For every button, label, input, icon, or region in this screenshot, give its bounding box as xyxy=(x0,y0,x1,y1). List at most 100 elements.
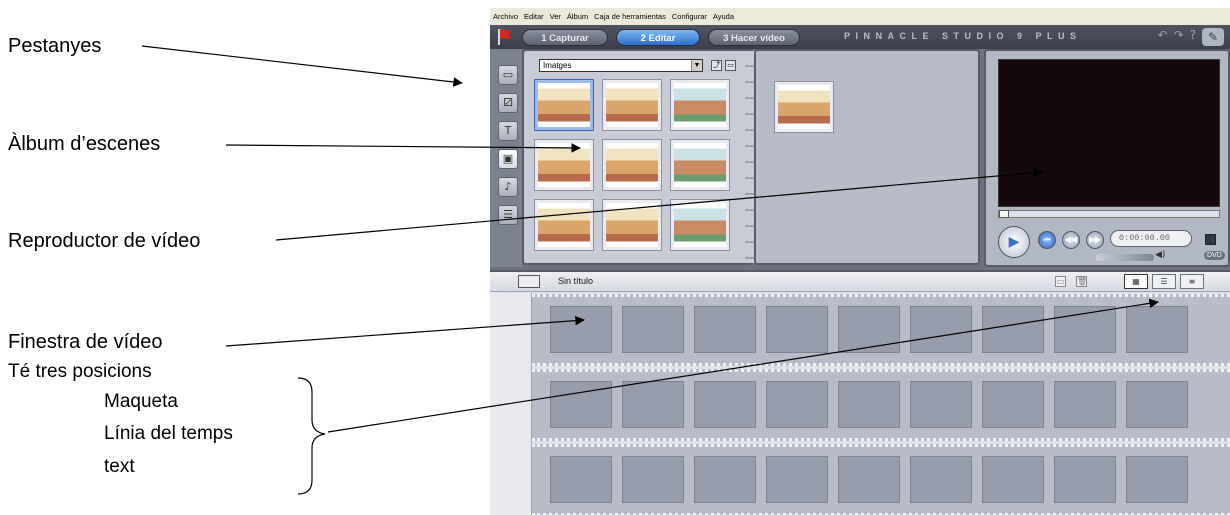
menu-bar: Archivo Editar Ver Álbum Caja de herrami… xyxy=(490,8,1230,25)
storyboard-cell[interactable] xyxy=(766,456,828,503)
go-to-start-icon[interactable]: ⏮ xyxy=(1038,231,1056,249)
help-icon[interactable]: ? xyxy=(1190,28,1196,46)
annotation-reproductor: Reproductor de vídeo xyxy=(8,230,201,252)
project-icon xyxy=(518,275,540,288)
storyboard-cell[interactable] xyxy=(1054,306,1116,353)
storyboard-cell[interactable] xyxy=(910,456,972,503)
storyboard-cell[interactable] xyxy=(982,456,1044,503)
video-player: ▶ ⏮ ◀◀ ▶▶ 0:00:00.00 ◀) DVD xyxy=(984,49,1230,267)
storyboard-cell[interactable] xyxy=(982,381,1044,428)
top-right-icons: ↶ ↷ ? ✎ xyxy=(1158,28,1224,46)
annotation-album: Àlbum d’escenes xyxy=(8,133,161,155)
storyboard-cell[interactable] xyxy=(1126,306,1188,353)
storyboard-cell[interactable] xyxy=(838,306,900,353)
arrow-pestanyes xyxy=(141,45,463,87)
album-thumbnail[interactable] xyxy=(602,199,662,251)
album-folder-select[interactable]: Imatges ▼ xyxy=(539,59,703,72)
transitions-tab-icon[interactable]: ⚂ xyxy=(498,93,518,113)
storyboard-cell[interactable] xyxy=(910,306,972,353)
storyboard-cell[interactable] xyxy=(1054,381,1116,428)
album-thumbnail[interactable] xyxy=(534,199,594,251)
folder-icon[interactable]: ▭ xyxy=(725,60,736,71)
player-screen xyxy=(998,59,1220,207)
annotation-linia-temps: Línia del temps xyxy=(104,423,233,444)
storyboard-cell[interactable] xyxy=(1054,456,1116,503)
timeline-view-icon[interactable]: ☰ xyxy=(1152,274,1176,289)
player-scrubber[interactable] xyxy=(998,210,1220,218)
storyboard-cell[interactable] xyxy=(550,456,612,503)
album-thumbnail[interactable] xyxy=(534,139,594,191)
menu-editar[interactable]: Editar xyxy=(524,12,544,21)
scrubber-handle[interactable] xyxy=(999,210,1009,218)
scene-album: Imatges ▼ ⤴ ▭ xyxy=(522,49,756,265)
photos-tab-icon[interactable]: ▣ xyxy=(498,149,518,169)
storyboard-cell[interactable] xyxy=(766,381,828,428)
storyboard-cell[interactable] xyxy=(622,456,684,503)
storyboard-cell[interactable] xyxy=(550,381,612,428)
project-title: Sin título xyxy=(558,276,594,286)
play-icon[interactable]: ▶ xyxy=(998,226,1030,258)
storyboard-cell[interactable] xyxy=(550,306,612,353)
movie-window-header: Sin título ▭ 🗑 ▦ ☰ ≡ xyxy=(490,272,1230,292)
storyboard-view-icon[interactable]: ▦ xyxy=(1124,274,1148,289)
storyboard-cell[interactable] xyxy=(910,381,972,428)
album-thumbnail[interactable] xyxy=(670,199,730,251)
dvd-badge[interactable]: DVD xyxy=(1204,251,1225,260)
undo-icon[interactable]: ↶ xyxy=(1158,28,1168,46)
album-side-tabs: ▭ ⚂ T ▣ ♪ ☰ xyxy=(490,49,522,267)
video-tab-icon[interactable]: ▭ xyxy=(498,65,518,85)
folder-up-icon[interactable]: ⤴ xyxy=(711,60,722,71)
album-folder-value: Imatges xyxy=(543,61,572,70)
menu-caja-herramientas[interactable]: Caja de herramientas xyxy=(594,12,666,21)
brace-posicions xyxy=(297,377,326,495)
album-thumbnail[interactable] xyxy=(670,139,730,191)
volume-slider[interactable] xyxy=(1096,254,1154,261)
text-view-icon[interactable]: ≡ xyxy=(1180,274,1204,289)
storyboard-cell[interactable] xyxy=(982,306,1044,353)
album-thumbnail[interactable] xyxy=(670,79,730,131)
annotation-maqueta: Maqueta xyxy=(104,391,178,412)
tab-capturar[interactable]: 1 Capturar xyxy=(522,29,608,46)
movie-window: Sin título ▭ 🗑 ▦ ☰ ≡ xyxy=(490,270,1230,515)
album-thumbnail[interactable] xyxy=(774,81,834,133)
menu-configurar[interactable]: Configurar xyxy=(672,12,707,21)
album-thumbnail[interactable] xyxy=(602,79,662,131)
storyboard-cell[interactable] xyxy=(838,381,900,428)
storyboard-cell[interactable] xyxy=(766,306,828,353)
storyboard-cell[interactable] xyxy=(1126,456,1188,503)
storyboard-row xyxy=(532,444,1230,515)
menu-ver[interactable]: Ver xyxy=(550,12,561,21)
titles-tab-icon[interactable]: T xyxy=(498,121,518,141)
annotation-finestra: Finestra de vídeo xyxy=(8,331,163,353)
storyboard-cell[interactable] xyxy=(838,456,900,503)
storyboard-cell[interactable] xyxy=(694,456,756,503)
timecode-field[interactable]: 0:00:00.00 xyxy=(1110,230,1192,247)
menu-ayuda[interactable]: Ayuda xyxy=(713,12,734,21)
rewind-icon[interactable]: ◀◀ xyxy=(1062,231,1080,249)
storyboard-row xyxy=(532,294,1230,366)
redo-icon[interactable]: ↷ xyxy=(1174,28,1184,46)
scene-album-page-2 xyxy=(754,49,980,265)
fullscreen-icon[interactable] xyxy=(1205,234,1216,245)
wrench-icon[interactable]: ✎ xyxy=(1202,28,1224,46)
tab-hacer-video[interactable]: 3 Hacer vídeo xyxy=(708,29,800,46)
trash-icon[interactable]: 🗑 xyxy=(1076,276,1087,287)
sound-tab-icon[interactable]: ♪ xyxy=(498,177,518,197)
tab-editar[interactable]: 2 Editar xyxy=(616,29,700,46)
split-icon[interactable]: ▭ xyxy=(1055,276,1066,287)
storyboard-cell[interactable] xyxy=(694,381,756,428)
album-thumbnail[interactable] xyxy=(602,139,662,191)
speaker-icon: ◀) xyxy=(1155,250,1166,260)
flag-icon[interactable] xyxy=(496,28,512,46)
chevron-down-icon[interactable]: ▼ xyxy=(691,60,702,71)
storyboard-cell[interactable] xyxy=(1126,381,1188,428)
album-thumbnail[interactable] xyxy=(534,79,594,131)
storyboard-row xyxy=(532,369,1230,441)
fast-forward-icon[interactable]: ▶▶ xyxy=(1086,231,1104,249)
menus-tab-icon[interactable]: ☰ xyxy=(498,205,518,225)
storyboard-cell[interactable] xyxy=(622,306,684,353)
menu-archivo[interactable]: Archivo xyxy=(493,12,518,21)
storyboard-cell[interactable] xyxy=(622,381,684,428)
menu-album[interactable]: Álbum xyxy=(567,12,588,21)
storyboard-cell[interactable] xyxy=(694,306,756,353)
